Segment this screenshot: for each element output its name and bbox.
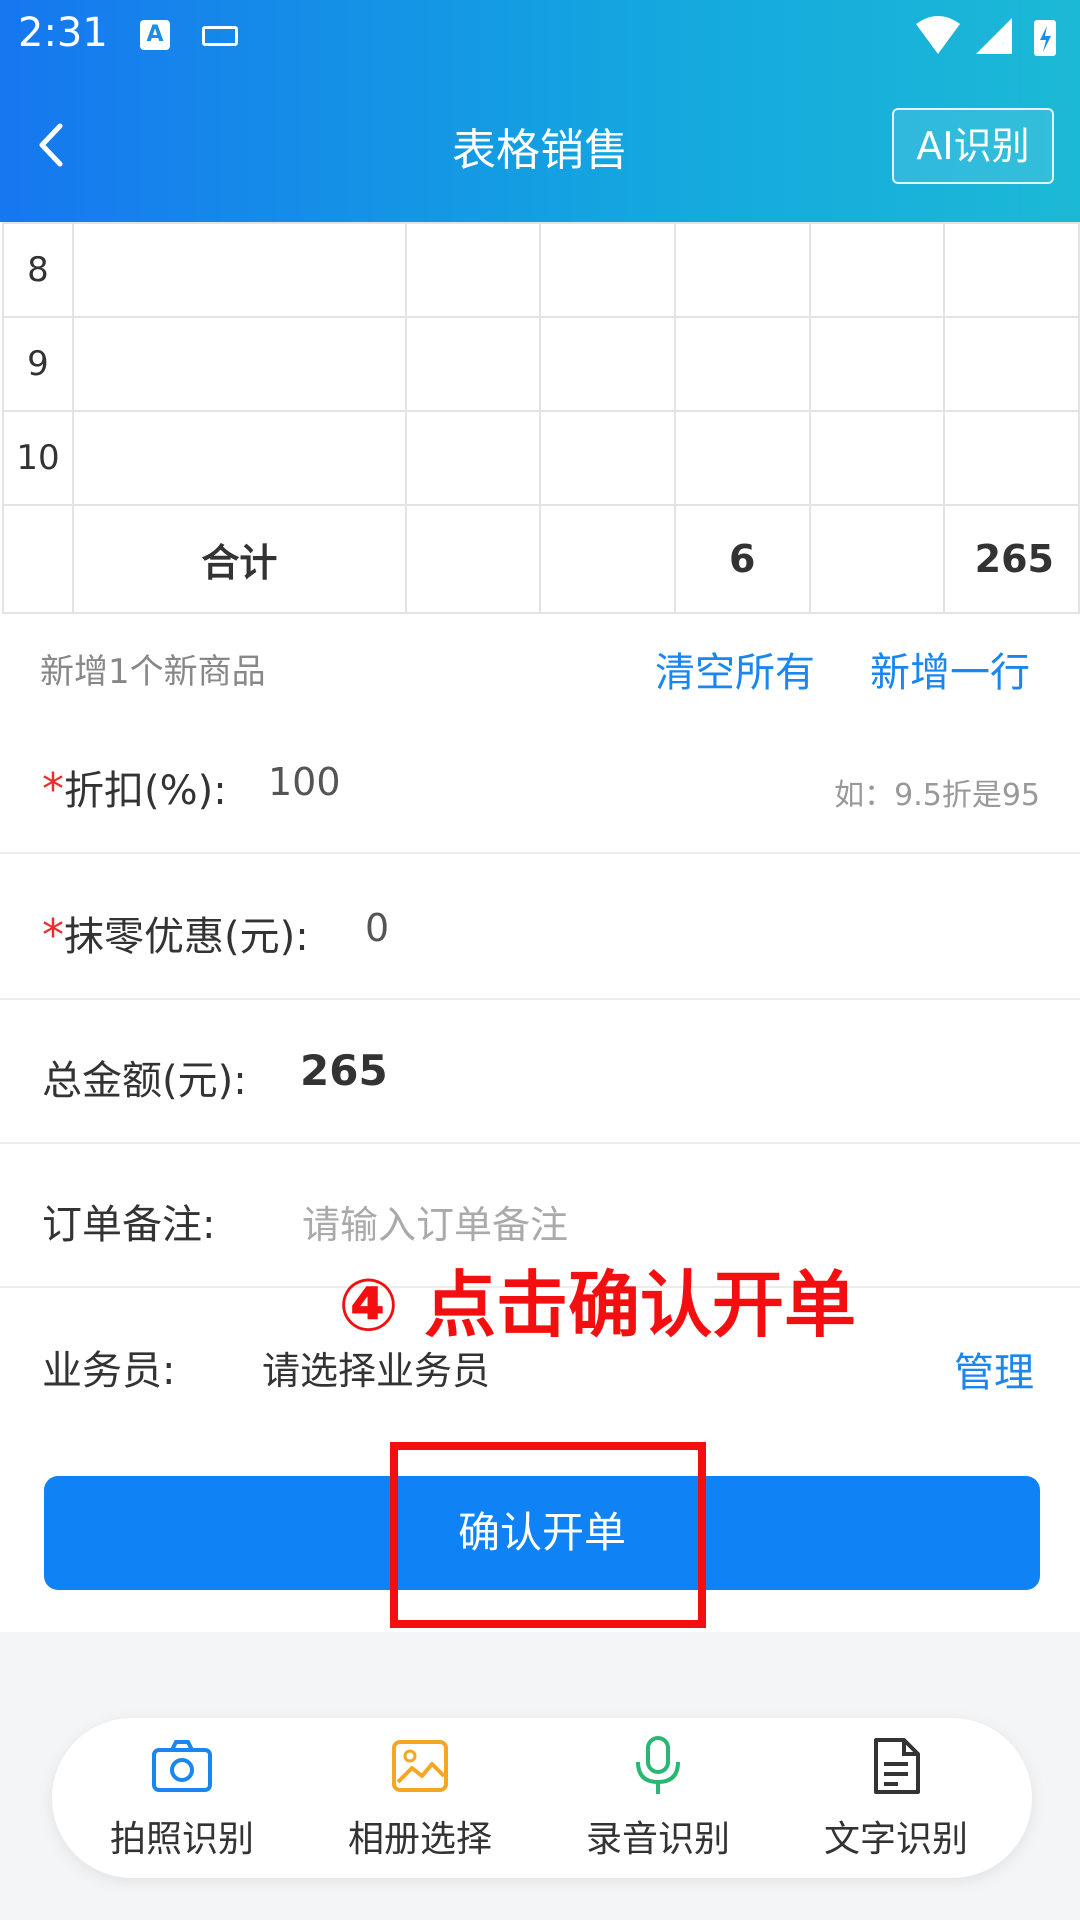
content-area: 8 9 10 合计 6 265 新增1个新商品 清空所有 新增一行 *折扣(%)… xyxy=(0,222,1080,1632)
tool-label: 相册选择 xyxy=(347,1819,492,1860)
gallery-select-button[interactable]: 相册选择 xyxy=(320,1736,520,1862)
system-status-icons xyxy=(916,16,1056,56)
table-cell[interactable] xyxy=(71,316,407,412)
rounding-input[interactable]: 0 xyxy=(365,906,389,950)
rounding-label: *抹零优惠(元): xyxy=(42,910,309,961)
total-amount: 265 xyxy=(943,504,1080,614)
total-amount-field: 总金额(元): 265 xyxy=(0,1000,1080,1144)
table-cell[interactable] xyxy=(943,410,1080,506)
table-cell[interactable] xyxy=(71,222,407,318)
row-actions: 新增1个新商品 清空所有 新增一行 xyxy=(0,622,1080,702)
total-quantity: 6 xyxy=(673,504,811,614)
discount-field: *折扣(%): 100 如：9.5折是95 xyxy=(0,710,1080,854)
discount-label: *折扣(%): xyxy=(42,764,227,815)
table-row: 10 xyxy=(2,410,1080,506)
gallery-icon xyxy=(392,1740,448,1792)
rounding-field: *抹零优惠(元): 0 xyxy=(0,856,1080,1000)
text-recognize-button[interactable]: 文字识别 xyxy=(796,1736,996,1862)
table-row: 9 xyxy=(2,316,1080,412)
total-row: 合计 6 265 xyxy=(2,504,1080,614)
total-amount-value: 265 xyxy=(300,1046,388,1095)
new-item-count: 新增1个新商品 xyxy=(40,652,266,692)
row-index: 8 xyxy=(2,222,74,318)
salesperson-label: 业务员: xyxy=(42,1348,176,1394)
keyboard-icon xyxy=(202,26,238,46)
table-cell[interactable] xyxy=(673,222,811,318)
table-cell[interactable] xyxy=(539,410,676,506)
signal-icon xyxy=(976,18,1012,54)
photo-recognize-button[interactable]: 拍照识别 xyxy=(82,1736,282,1862)
tutorial-annotation: ④ 点击确认开单 xyxy=(338,1263,857,1347)
table-cell[interactable] xyxy=(539,316,676,412)
accessibility-icon: A xyxy=(140,20,170,50)
table-cell[interactable] xyxy=(404,410,542,506)
table-cell[interactable] xyxy=(404,316,542,412)
table-cell[interactable] xyxy=(808,316,946,412)
discount-hint: 如：9.5折是95 xyxy=(834,778,1040,813)
status-time: 2:31 xyxy=(18,10,108,56)
document-icon xyxy=(874,1738,920,1794)
recognition-toolbar: 拍照识别 相册选择 录音识别 文字识别 xyxy=(52,1718,1032,1878)
discount-input[interactable]: 100 xyxy=(268,760,341,804)
table-cell[interactable] xyxy=(943,316,1080,412)
tool-label: 录音识别 xyxy=(585,1819,730,1860)
tool-label: 文字识别 xyxy=(823,1819,968,1860)
table-cell[interactable] xyxy=(673,410,811,506)
table-cell[interactable] xyxy=(71,410,407,506)
wifi-icon xyxy=(916,16,960,54)
table-cell[interactable] xyxy=(808,222,946,318)
table-cell[interactable] xyxy=(673,316,811,412)
table-cell[interactable] xyxy=(539,222,676,318)
table-cell[interactable] xyxy=(808,410,946,506)
product-table: 8 9 10 合计 6 265 xyxy=(2,222,1080,614)
tool-label: 拍照识别 xyxy=(109,1819,254,1860)
microphone-icon xyxy=(636,1736,680,1794)
row-index: 10 xyxy=(2,410,74,506)
voice-recognize-button[interactable]: 录音识别 xyxy=(558,1736,758,1862)
table-cell[interactable] xyxy=(943,222,1080,318)
ai-recognize-button[interactable]: AI识别 xyxy=(892,108,1054,184)
remark-input[interactable]: 请输入订单备注 xyxy=(302,1194,568,1249)
manage-salesperson-link[interactable]: 管理 xyxy=(954,1340,1034,1398)
total-amount-label: 总金额(元): xyxy=(42,1058,247,1104)
remark-label: 订单备注: xyxy=(42,1202,216,1248)
camera-icon xyxy=(152,1740,212,1792)
table-cell[interactable] xyxy=(404,222,542,318)
add-row-button[interactable]: 新增一行 xyxy=(870,640,1030,698)
clear-all-button[interactable]: 清空所有 xyxy=(655,640,815,698)
total-label: 合计 xyxy=(71,504,407,614)
table-row: 8 xyxy=(2,222,1080,318)
annotation-highlight-box xyxy=(390,1442,706,1628)
row-index: 9 xyxy=(2,316,74,412)
